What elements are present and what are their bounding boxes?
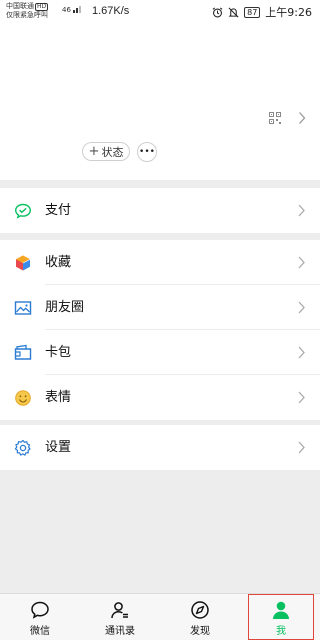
menu-group-main: 收藏 朋友圈 卡包 表情 [0, 240, 320, 420]
picture-icon [14, 301, 32, 315]
signal-bars-icon [73, 6, 82, 13]
signal-text: 46 [62, 6, 71, 14]
carrier-emergency: 仅限紧急呼叫 [6, 11, 48, 19]
tab-label: 发现 [190, 626, 210, 637]
user-icon [273, 601, 289, 619]
carrier-name: 中国联通 [6, 2, 34, 10]
clock: 上午9:26 [265, 6, 312, 19]
chevron-right-icon [298, 301, 305, 314]
chevron-right-icon [298, 441, 305, 454]
compass-icon [191, 601, 209, 619]
smile-icon [15, 390, 31, 406]
menu-label-cards: 卡包 [45, 345, 72, 360]
hd-badge: HD [35, 3, 49, 11]
add-status-button[interactable]: + 状态 [82, 142, 130, 161]
chevron-right-icon[interactable] [298, 111, 306, 125]
carrier-info: 中国联通 HD 仅限紧急呼叫 [6, 2, 49, 20]
menu-label-pay: 支付 [45, 203, 72, 218]
status-right: 87 上午9:26 [212, 4, 312, 20]
profile-header[interactable]: + 状态 ••• [0, 24, 320, 180]
contacts-icon [111, 602, 128, 619]
more-options-button[interactable]: ••• [137, 142, 157, 162]
chevron-right-icon [298, 256, 305, 269]
signal-indicator: 46 [62, 5, 83, 14]
menu-item-settings[interactable]: 设置 [0, 425, 320, 470]
chat-bubble-icon [31, 601, 49, 619]
cube-icon [16, 255, 31, 271]
menu-item-stickers[interactable]: 表情 [0, 375, 320, 420]
tab-discover[interactable]: 发现 [160, 594, 240, 640]
tab-chats[interactable]: 微信 [0, 594, 80, 640]
mute-icon [228, 7, 239, 17]
wechat-pay-icon [14, 203, 32, 219]
menu-item-favorites[interactable]: 收藏 [0, 240, 320, 285]
qr-code-icon[interactable] [269, 112, 281, 124]
bottom-tab-bar: 微信 通讯录 发现 我 [0, 593, 320, 640]
tab-contacts[interactable]: 通讯录 [80, 594, 160, 640]
tab-me[interactable]: 我 [248, 594, 314, 640]
menu-label-stickers: 表情 [45, 390, 72, 405]
menu-group-settings: 设置 [0, 425, 320, 470]
gear-icon [14, 439, 31, 456]
tab-label: 通讯录 [105, 626, 135, 637]
plus-icon: + [88, 144, 100, 159]
tab-label: 我 [276, 626, 286, 637]
alarm-icon [212, 7, 223, 17]
chevron-right-icon [298, 346, 305, 359]
chevron-right-icon [298, 204, 305, 217]
more-dots-icon: ••• [139, 147, 155, 157]
menu-item-moments[interactable]: 朋友圈 [0, 285, 320, 330]
tab-label: 微信 [30, 626, 50, 637]
status-label: 状态 [101, 145, 124, 159]
menu-group-pay: 支付 [0, 188, 320, 233]
menu-item-cards[interactable]: 卡包 [0, 330, 320, 375]
chevron-right-icon [298, 391, 305, 404]
wallet-card-icon [14, 344, 32, 360]
menu-label-favorites: 收藏 [45, 255, 72, 270]
menu-label-settings: 设置 [45, 440, 72, 455]
menu-item-pay[interactable]: 支付 [0, 188, 320, 233]
battery-indicator: 87 [244, 6, 261, 18]
status-bar: 中国联通 HD 仅限紧急呼叫 46 1.67K/s 87 上午9:26 [0, 0, 320, 24]
net-speed: 1.67K/s [92, 5, 130, 17]
menu-label-moments: 朋友圈 [45, 300, 85, 315]
